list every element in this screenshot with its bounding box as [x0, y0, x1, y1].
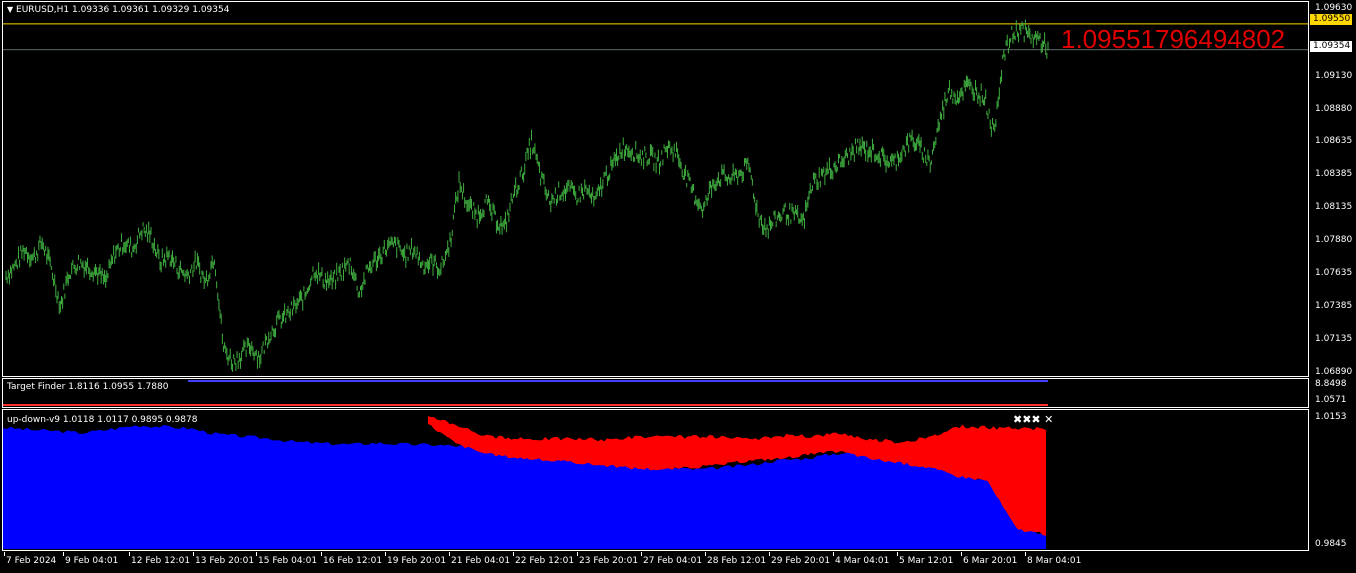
time-tick — [833, 552, 834, 556]
time-tick — [577, 552, 578, 556]
price-tick: 1.08880 — [1315, 104, 1353, 114]
time-label: 27 Feb 04:01 — [643, 556, 703, 566]
ud-scale-tick: 1.0153 — [1315, 412, 1347, 422]
time-tick — [129, 552, 130, 556]
current-price-label: 1.09354 — [1310, 41, 1352, 52]
time-tick — [897, 552, 898, 556]
target-finder-pane[interactable]: Target Finder 1.8116 1.0955 1.7880 — [2, 378, 1309, 408]
price-tick: 1.07135 — [1315, 334, 1353, 344]
time-label: 13 Feb 20:01 — [195, 556, 255, 566]
up-down-pane[interactable]: up-down-v9 1.0118 1.0117 0.9895 0.9878 ✖… — [2, 409, 1309, 551]
time-label: 6 Mar 20:01 — [963, 556, 1018, 566]
time-label: 7 Feb 2024 — [6, 556, 57, 566]
time-tick — [321, 552, 322, 556]
big-price-readout: 1.09551796494802 — [1061, 24, 1286, 54]
up-down-area — [3, 416, 1046, 549]
price-tick: 1.07880 — [1315, 235, 1353, 245]
price-tick: 1.06890 — [1315, 367, 1353, 377]
time-tick — [193, 552, 194, 556]
time-tick — [449, 552, 450, 556]
time-tick — [63, 552, 64, 556]
time-tick — [705, 552, 706, 556]
ud-scale-tick: 0.9845 — [1315, 539, 1347, 549]
time-tick — [385, 552, 386, 556]
price-tick: 1.08135 — [1315, 202, 1353, 212]
time-label: 4 Mar 04:01 — [835, 556, 890, 566]
time-label: 8 Mar 04:01 — [1027, 556, 1082, 566]
candles — [5, 19, 1049, 372]
price-tick: 1.09130 — [1315, 71, 1353, 81]
time-tick — [513, 552, 514, 556]
time-label: 21 Feb 04:01 — [451, 556, 511, 566]
cross-marker-icon: ✖✖✖ ✕ — [1013, 413, 1054, 426]
time-label: 15 Feb 04:01 — [258, 556, 318, 566]
price-tick: 1.07385 — [1315, 301, 1353, 311]
time-axis[interactable]: 7 Feb 2024 9 Feb 04:01 12 Feb 12:01 13 Feb … — [0, 552, 1309, 573]
time-label: 19 Feb 20:01 — [387, 556, 447, 566]
time-tick — [769, 552, 770, 556]
time-label: 29 Feb 20:01 — [771, 556, 831, 566]
time-label: 5 Mar 12:01 — [899, 556, 954, 566]
price-tick: 1.08385 — [1315, 169, 1353, 179]
up-down-title: up-down-v9 1.0118 1.0117 0.9895 0.9878 — [7, 415, 198, 425]
time-tick — [4, 552, 5, 556]
time-tick — [256, 552, 257, 556]
tf-scale-tick: 1.0571 — [1315, 395, 1347, 405]
time-label: 12 Feb 12:01 — [131, 556, 191, 566]
level-price-label: 1.09550 — [1310, 14, 1352, 25]
time-label: 16 Feb 12:01 — [323, 556, 383, 566]
price-tick: 1.08635 — [1315, 136, 1353, 146]
time-label: 23 Feb 20:01 — [579, 556, 639, 566]
time-label: 28 Feb 12:01 — [707, 556, 767, 566]
target-finder-lines — [3, 380, 1048, 406]
price-chart-pane[interactable]: ▼ EURUSD,H1 1.09336 1.09361 1.09329 1.09… — [2, 1, 1309, 377]
price-tick: 1.07635 — [1315, 268, 1353, 278]
time-label: 22 Feb 12:01 — [515, 556, 575, 566]
time-tick — [1025, 552, 1026, 556]
price-tick: 1.09630 — [1315, 3, 1353, 13]
time-label: 9 Feb 04:01 — [65, 556, 119, 566]
time-tick — [641, 552, 642, 556]
price-scale[interactable]: 1.09630 1.09550 1.09354 1.09130 1.08880 … — [1309, 0, 1356, 551]
tf-scale-tick: 8.8498 — [1315, 379, 1347, 389]
time-tick — [961, 552, 962, 556]
price-candles — [3, 19, 1308, 372]
